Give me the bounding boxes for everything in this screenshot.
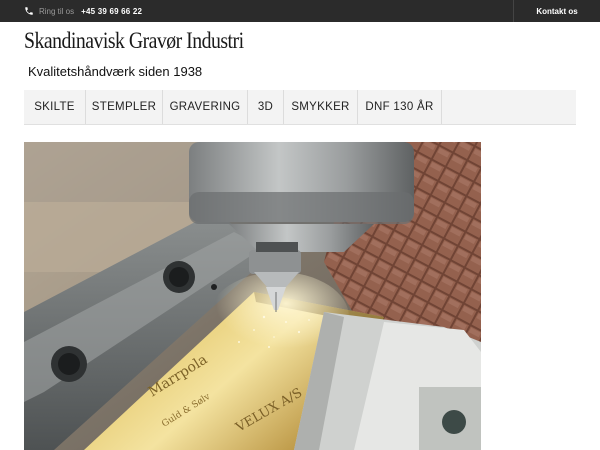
nav-item-3d[interactable]: 3D: [248, 90, 284, 124]
phone-number[interactable]: +45 39 69 66 22: [81, 7, 142, 16]
nav-item-skilte[interactable]: SKILTE: [24, 90, 86, 124]
site-tagline: Kvalitetshåndværk siden 1938: [28, 64, 203, 79]
phone-info: Ring til os +45 39 69 66 22: [24, 0, 142, 22]
contact-link[interactable]: Kontakt os: [513, 0, 600, 22]
phone-icon: [24, 6, 34, 16]
hero-image: Marrpola Guld & Sølv VELUX A/S: [24, 142, 481, 450]
site-title[interactable]: Skandinavisk Gravør Industri: [24, 28, 244, 54]
top-bar: Ring til os +45 39 69 66 22 Kontakt os: [0, 0, 600, 22]
phone-label: Ring til os: [39, 6, 75, 16]
main-nav: SKILTE STEMPLER GRAVERING 3D SMYKKER DNF…: [24, 90, 576, 125]
nav-item-stempler[interactable]: STEMPLER: [86, 90, 163, 124]
nav-item-dnf-130-ar[interactable]: DNF 130 ÅR: [358, 90, 442, 124]
nav-item-gravering[interactable]: GRAVERING: [163, 90, 248, 124]
nav-item-smykker[interactable]: SMYKKER: [284, 90, 358, 124]
